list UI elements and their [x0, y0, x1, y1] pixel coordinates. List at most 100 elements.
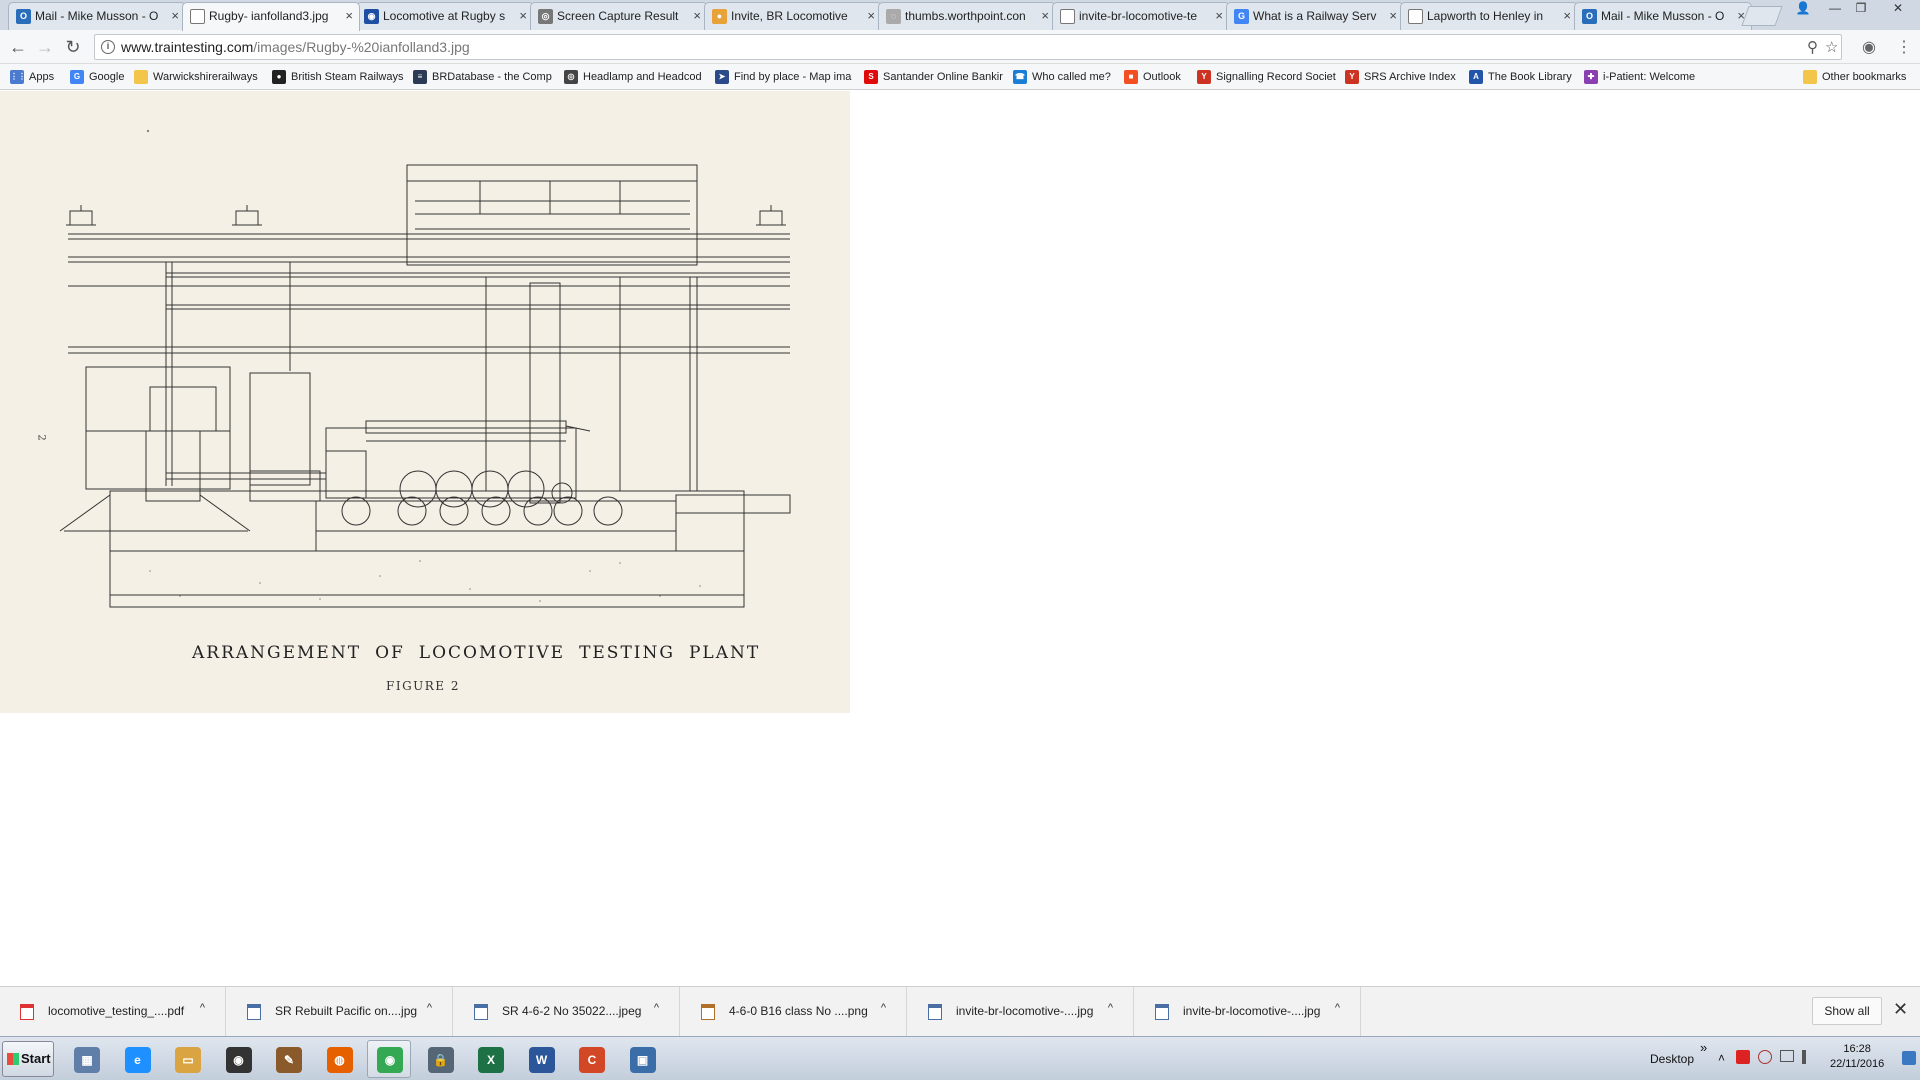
tab-close-icon[interactable]: ×: [171, 3, 179, 29]
browser-tab[interactable]: G What is a Railway Serv ×: [1226, 2, 1404, 30]
browser-tab[interactable]: Lapworth to Henley in ×: [1400, 2, 1578, 30]
image-file-icon: [247, 1004, 261, 1020]
browser-tab[interactable]: O Mail - Mike Musson - O ×: [1574, 2, 1752, 30]
minimize-button[interactable]: —: [1822, 0, 1848, 18]
volume-icon[interactable]: [1802, 1050, 1814, 1064]
download-filename: 4-6-0 B16 class No ....png: [729, 1004, 868, 1018]
reload-button[interactable]: ↻: [61, 35, 85, 59]
start-label: Start: [21, 1051, 51, 1066]
bookmark-item[interactable]: ≡ BRDatabase - the Comp: [413, 69, 555, 85]
bookmark-item[interactable]: ⋮⋮ Apps: [10, 69, 58, 85]
taskbar-app-button[interactable]: ▭: [165, 1040, 209, 1078]
download-options-chevron-icon[interactable]: ^: [881, 1002, 886, 1014]
new-tab-button[interactable]: [1741, 6, 1783, 26]
word-icon: W: [528, 1047, 555, 1073]
tab-close-icon[interactable]: ×: [519, 3, 527, 29]
toolbar-expand-chevron-icon[interactable]: »: [1700, 1040, 1707, 1055]
download-options-chevron-icon[interactable]: ^: [1108, 1002, 1113, 1014]
tray-overflow-icon[interactable]: ˄: [1718, 1051, 1725, 1065]
browser-tab[interactable]: invite-br-locomotive-te ×: [1052, 2, 1230, 30]
tab-label: What is a Railway Serv: [1253, 9, 1377, 23]
tray-network-icon[interactable]: [1758, 1050, 1772, 1064]
bookmark-item[interactable]: ☎ Who called me?: [1013, 69, 1117, 85]
camera-extension-icon[interactable]: ◉: [1862, 37, 1876, 57]
browser-tab[interactable]: O Mail - Mike Musson - O ×: [8, 2, 186, 30]
restore-button[interactable]: ❐: [1848, 0, 1874, 18]
download-options-chevron-icon[interactable]: ^: [1335, 1002, 1340, 1014]
taskbar-app-button[interactable]: X: [468, 1040, 512, 1078]
url-text[interactable]: www.traintesting.com/images/Rugby-%20ian…: [121, 39, 470, 55]
taskbar-app-button[interactable]: W: [519, 1040, 563, 1078]
bookmark-item[interactable]: Y Signalling Record Societ: [1197, 69, 1337, 85]
bookmark-item[interactable]: A The Book Library: [1469, 69, 1577, 85]
bookmark-item[interactable]: Y SRS Archive Index: [1345, 69, 1463, 85]
santander-icon: S: [864, 70, 878, 84]
bookmark-item[interactable]: ➤ Find by place - Map ima: [715, 69, 855, 85]
zoom-icon[interactable]: ⚲: [1807, 38, 1818, 56]
taskbar-app-button[interactable]: ▣: [620, 1040, 664, 1078]
taskbar-app-button[interactable]: ◍: [317, 1040, 361, 1078]
close-window-button[interactable]: ✕: [1880, 0, 1916, 18]
download-options-chevron-icon[interactable]: ^: [654, 1002, 659, 1014]
tab-close-icon[interactable]: ×: [1389, 3, 1397, 29]
tray-app-icon[interactable]: [1736, 1050, 1750, 1064]
folder-icon: [134, 70, 148, 84]
download-options-chevron-icon[interactable]: ^: [200, 1002, 205, 1014]
security-icon: 🔒: [427, 1047, 454, 1073]
bookmark-item[interactable]: G Google: [70, 69, 128, 85]
action-center-icon[interactable]: [1902, 1051, 1916, 1065]
bookmark-item[interactable]: ◎ Headlamp and Headcod: [564, 69, 706, 85]
taskbar-app-button[interactable]: ✎: [266, 1040, 310, 1078]
tab-close-icon[interactable]: ×: [1563, 3, 1571, 29]
browser-tab[interactable]: ◉ Locomotive at Rugby s ×: [356, 2, 534, 30]
download-item[interactable]: SR Rebuilt Pacific on....jpg ^: [227, 987, 453, 1037]
system-clock[interactable]: 16:28 22/11/2016: [1830, 1042, 1884, 1072]
taskbar-app-button[interactable]: ▦: [64, 1040, 108, 1078]
bookmark-item[interactable]: ■ Outlook: [1124, 69, 1190, 85]
taskbar-app-button[interactable]: 🔒: [418, 1040, 462, 1078]
user-icon[interactable]: 👤: [1790, 0, 1816, 18]
browser-tab[interactable]: ◌ thumbs.worthpoint.con ×: [878, 2, 1056, 30]
tab-close-icon[interactable]: ×: [867, 3, 875, 29]
tab-close-icon[interactable]: ×: [1215, 3, 1223, 29]
bookmark-item[interactable]: S Santander Online Bankir: [864, 69, 1004, 85]
ipatient-icon: ✚: [1584, 70, 1598, 84]
tab-label: Rugby- ianfolland3.jpg: [209, 9, 329, 23]
site-info-icon[interactable]: i: [101, 40, 115, 54]
tab-close-icon[interactable]: ×: [693, 3, 701, 29]
desktop-toolbar-label[interactable]: Desktop: [1650, 1052, 1694, 1066]
browser-toolbar: ← → ↻ i www.traintesting.com/images/Rugb…: [0, 30, 1920, 64]
tray-display-icon[interactable]: [1780, 1050, 1794, 1062]
tab-close-icon[interactable]: ×: [1041, 3, 1049, 29]
close-download-shelf-icon[interactable]: ✕: [1893, 999, 1908, 1020]
download-filename: locomotive_testing_....pdf: [48, 1004, 185, 1018]
taskbar-app-button[interactable]: e: [115, 1040, 159, 1078]
download-item[interactable]: SR 4-6-2 No 35022....jpeg ^: [454, 987, 680, 1037]
bookmark-item[interactable]: Other bookmarks: [1803, 69, 1913, 85]
tab-close-icon[interactable]: ×: [345, 3, 353, 29]
download-item[interactable]: invite-br-locomotive-....jpg ^: [908, 987, 1134, 1037]
show-all-downloads-button[interactable]: Show all: [1812, 997, 1882, 1025]
bookmark-item[interactable]: ● British Steam Railways: [272, 69, 404, 85]
tab-label: thumbs.worthpoint.con: [905, 9, 1026, 23]
browser-tab[interactable]: ● Invite, BR Locomotive ×: [704, 2, 882, 30]
taskbar-app-button[interactable]: C: [569, 1040, 613, 1078]
address-bar[interactable]: i www.traintesting.com/images/Rugby-%20i…: [94, 34, 1842, 60]
download-item[interactable]: 4-6-0 B16 class No ....png ^: [681, 987, 907, 1037]
download-item[interactable]: invite-br-locomotive-....jpg ^: [1135, 987, 1361, 1037]
browser-tab[interactable]: Rugby- ianfolland3.jpg ×: [182, 2, 360, 31]
taskbar-app-button[interactable]: ◉: [216, 1040, 260, 1078]
bookmark-label: Who called me?: [1032, 71, 1111, 83]
back-button[interactable]: ←: [6, 35, 30, 59]
bookmark-item[interactable]: ✚ i-Patient: Welcome: [1584, 69, 1702, 85]
taskbar-app-button[interactable]: ◉: [367, 1040, 411, 1078]
menu-icon[interactable]: ⋮: [1896, 37, 1912, 57]
browser-tab[interactable]: ◎ Screen Capture Result ×: [530, 2, 708, 30]
forward-button[interactable]: →: [33, 35, 57, 59]
download-item[interactable]: locomotive_testing_....pdf ^: [0, 987, 226, 1037]
page-icon: [190, 9, 205, 24]
download-options-chevron-icon[interactable]: ^: [427, 1002, 432, 1014]
start-button[interactable]: Start: [2, 1041, 54, 1077]
bookmark-item[interactable]: Warwickshirerailways: [134, 69, 264, 85]
bookmark-star-icon[interactable]: ☆: [1825, 38, 1838, 56]
